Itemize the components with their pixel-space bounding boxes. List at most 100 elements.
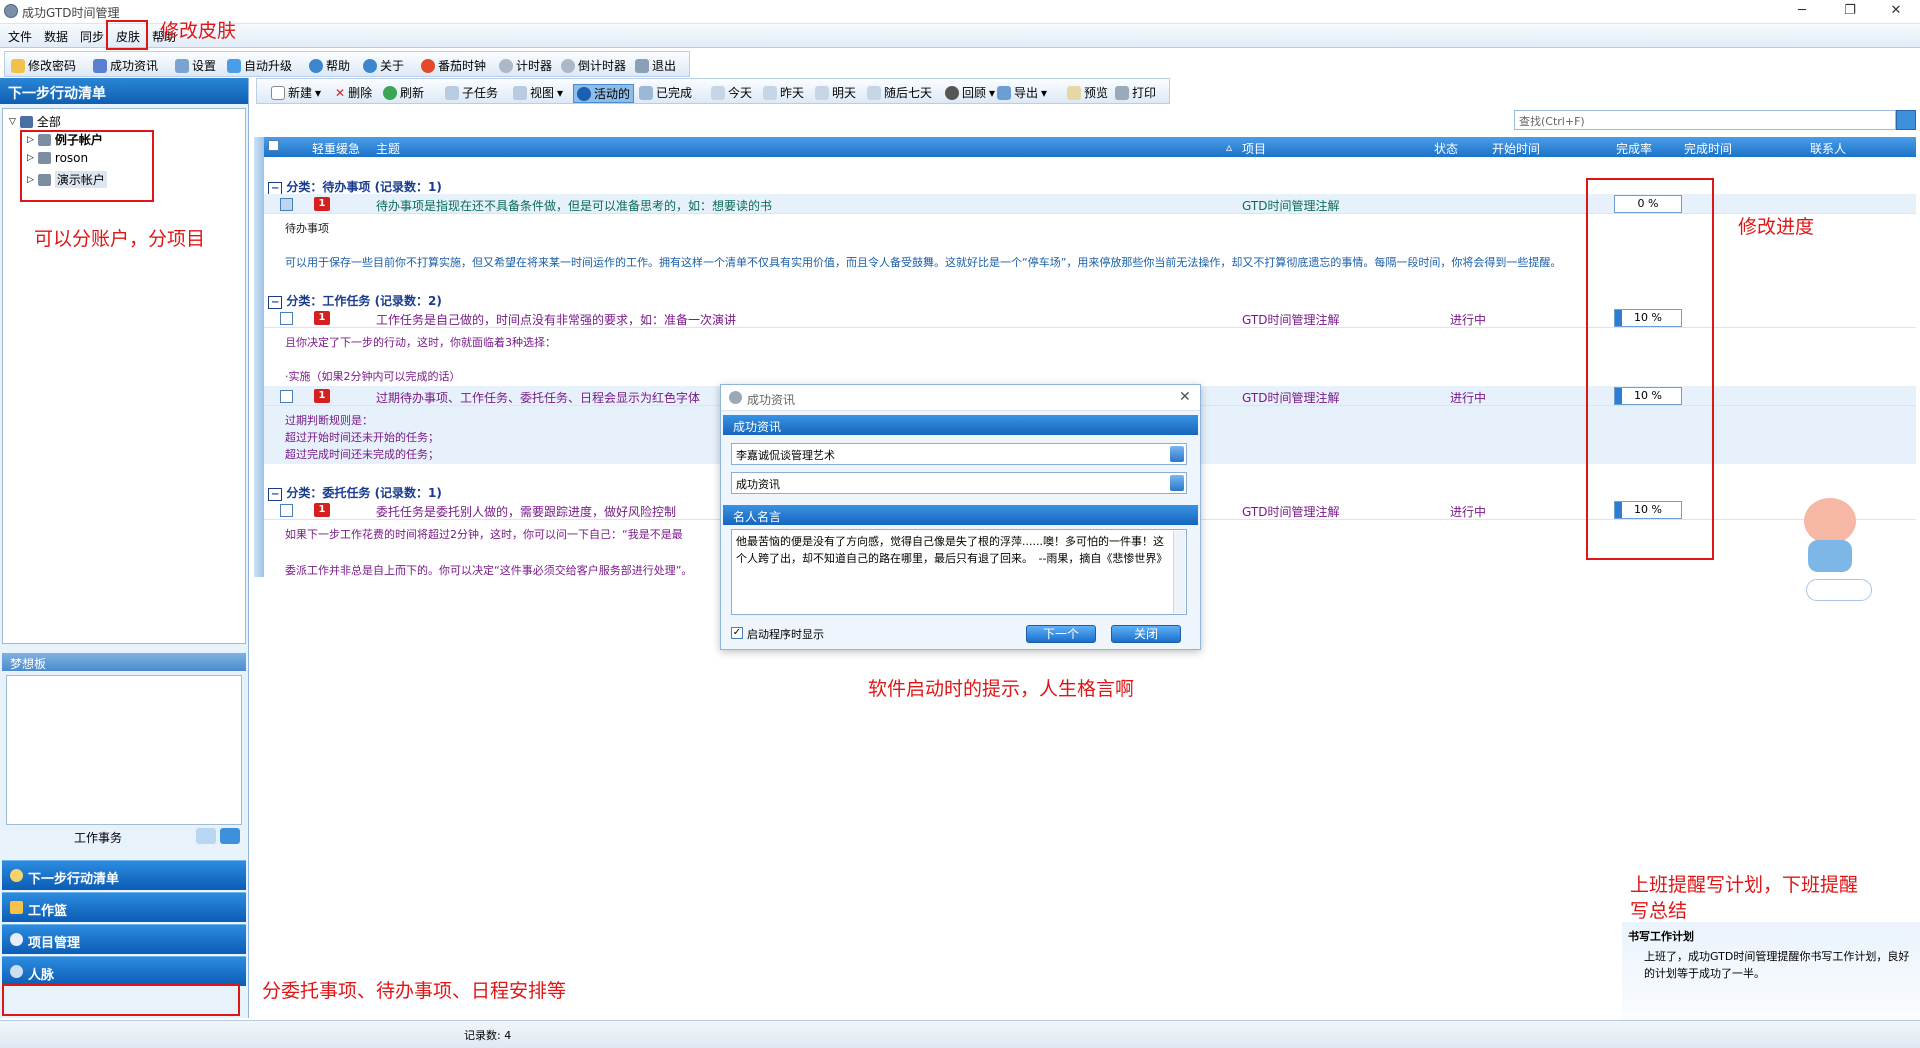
row-checkbox[interactable] <box>280 198 293 211</box>
record-count: 记录数: 4 <box>464 1029 512 1042</box>
printer-icon <box>1115 85 1129 100</box>
subtask-button[interactable]: 子任务 <box>445 84 498 101</box>
refresh-icon <box>383 85 397 100</box>
annotation-progress: 修改进度 <box>1738 216 1815 238</box>
nav-contacts[interactable]: 人脉 <box>2 956 246 986</box>
show-on-startup-checkbox[interactable]: ✓ <box>731 627 743 639</box>
upload-icon <box>227 58 241 73</box>
news-button[interactable]: 成功资讯 <box>93 57 158 74</box>
calendar-icon <box>867 85 881 100</box>
today-filter-button[interactable]: 今天 <box>711 84 752 101</box>
export-button[interactable]: 导出 ▾ <box>997 84 1047 101</box>
left-panel-header: 下一步行动清单 <box>0 78 248 104</box>
previous-arrow-icon[interactable] <box>196 828 216 844</box>
news-dialog: 成功资讯 ✕ 成功资讯 李嘉诚侃谈管理艺术 成功资讯 名人名言 他最苦恼的便是没… <box>720 384 1201 650</box>
quote-textarea[interactable]: 他最苦恼的便是没有了方向感，觉得自己像是失了根的浮萍......噢！多可怕的一件… <box>731 529 1187 615</box>
select-all-checkbox[interactable] <box>268 140 279 151</box>
task-subject: 过期待办事项、工作任务、委托任务、日程会显示为红色字体 <box>376 391 701 405</box>
close-window-icon[interactable]: ✕ <box>1876 0 1916 22</box>
menu-bar: 文件 数据 同步 皮肤 帮助 <box>0 24 1920 48</box>
refresh-button[interactable]: 刷新 <box>383 84 424 101</box>
preview-button[interactable]: 预览 <box>1067 84 1108 101</box>
countdown-icon <box>561 58 575 73</box>
yesterday-filter-button[interactable]: 昨天 <box>763 84 804 101</box>
group-header-work[interactable]: − 分类：工作任务 (记录数：2) <box>268 292 442 309</box>
group-panel-strip <box>254 137 264 577</box>
clock-icon <box>499 58 513 73</box>
source-select[interactable]: 成功资讯 <box>731 472 1187 494</box>
priority-flag-icon: 1 <box>314 311 330 325</box>
pig-face-icon <box>1804 498 1856 544</box>
help-button[interactable]: 帮助 <box>309 57 350 74</box>
view-button[interactable]: 视图 ▾ <box>513 84 563 101</box>
restore-icon[interactable]: ❐ <box>1830 0 1870 22</box>
next-button[interactable]: 下一个 <box>1026 625 1096 643</box>
row-checkbox[interactable] <box>280 504 293 517</box>
close-button[interactable]: 关闭 <box>1111 625 1181 643</box>
preview-icon <box>1067 85 1081 100</box>
gear-icon <box>175 58 189 73</box>
col-completion-time[interactable]: 完成时间 <box>1684 140 1732 157</box>
category-select[interactable]: 李嘉诚侃谈管理艺术 <box>731 443 1187 465</box>
countdown-button[interactable]: 倒计时器 <box>561 57 626 74</box>
col-contact[interactable]: 联系人 <box>1810 140 1846 157</box>
change-password-button[interactable]: 修改密码 <box>11 57 76 74</box>
new-button[interactable]: 新建 ▾ <box>271 84 321 101</box>
annotation-reminder-1: 上班提醒写计划，下班提醒 <box>1630 874 1859 896</box>
review-button[interactable]: 回顾 ▾ <box>945 84 995 101</box>
help-icon <box>309 58 323 73</box>
info-icon <box>363 58 377 73</box>
task-note: 可以用于保存一些目前你不打算实施，但又希望在将来某一时间运作的工作。拥有这样一个… <box>285 256 1562 269</box>
minimize-icon[interactable]: ─ <box>1782 0 1822 22</box>
row-checkbox[interactable] <box>280 390 293 403</box>
col-start-time[interactable]: 开始时间 <box>1492 140 1540 157</box>
group-header-delegated[interactable]: − 分类：委托任务 (记录数：1) <box>268 484 442 501</box>
next7days-filter-button[interactable]: 随后七天 <box>867 84 932 101</box>
dialog-section-quotes: 名人名言 <box>723 505 1198 525</box>
chevron-down-icon[interactable] <box>1170 475 1184 491</box>
pig-mascot[interactable] <box>1798 492 1864 582</box>
timer-button[interactable]: 计时器 <box>499 57 552 74</box>
search-input[interactable]: 查找(Ctrl+F) <box>1514 110 1896 130</box>
about-button[interactable]: 关于 <box>363 57 404 74</box>
group-header-todo[interactable]: − 分类：待办事项 (记录数：1) <box>268 178 442 195</box>
row-checkbox[interactable] <box>280 312 293 325</box>
next-arrow-icon[interactable] <box>220 828 240 844</box>
project-icon <box>10 933 23 946</box>
mascot-toolbar[interactable] <box>1806 579 1872 601</box>
col-project[interactable]: 项目 <box>1242 140 1266 157</box>
annotation-box-tree <box>20 130 154 202</box>
pomodoro-button[interactable]: 番茄时钟 <box>421 57 486 74</box>
chevron-down-icon[interactable] <box>1170 446 1184 462</box>
col-completion-rate[interactable]: 完成率 <box>1616 140 1652 157</box>
exit-icon <box>635 58 649 73</box>
search-icon[interactable] <box>1896 110 1916 130</box>
delete-icon: ✕ <box>335 85 346 100</box>
annotation-box-icons <box>2 984 240 1016</box>
scrollbar[interactable] <box>1173 531 1185 613</box>
active-filter-button[interactable]: 活动的 <box>573 84 635 103</box>
exit-button[interactable]: 退出 <box>635 57 676 74</box>
pig-body-icon <box>1808 540 1852 572</box>
close-icon[interactable]: ✕ <box>1179 389 1191 405</box>
priority-flag-icon: 1 <box>314 197 330 211</box>
auto-update-button[interactable]: 自动升级 <box>227 57 292 74</box>
nav-projects[interactable]: 项目管理 <box>2 924 246 954</box>
tomorrow-filter-button[interactable]: 明天 <box>815 84 856 101</box>
completed-filter-button[interactable]: 已完成 <box>639 84 692 101</box>
nav-next-actions[interactable]: 下一步行动清单 <box>2 860 246 890</box>
nav-inbox[interactable]: 工作篮 <box>2 892 246 922</box>
menu-file[interactable]: 文件 <box>8 28 32 45</box>
show-on-startup-label: 启动程序时显示 <box>747 628 824 641</box>
col-subject[interactable]: 主题 <box>376 140 400 157</box>
delete-button[interactable]: ✕ 删除 <box>335 84 372 101</box>
tree-root[interactable]: ▽ 全部 <box>9 113 61 130</box>
settings-button[interactable]: 设置 <box>175 57 216 74</box>
menu-sync[interactable]: 同步 <box>80 28 104 45</box>
print-button[interactable]: 打印 <box>1115 84 1156 101</box>
col-status[interactable]: 状态 <box>1434 140 1458 157</box>
col-priority[interactable]: 轻重缓急 <box>312 140 360 157</box>
export-icon <box>997 85 1011 100</box>
menu-data[interactable]: 数据 <box>44 28 68 45</box>
sort-asc-icon: ▵ <box>1226 140 1233 154</box>
